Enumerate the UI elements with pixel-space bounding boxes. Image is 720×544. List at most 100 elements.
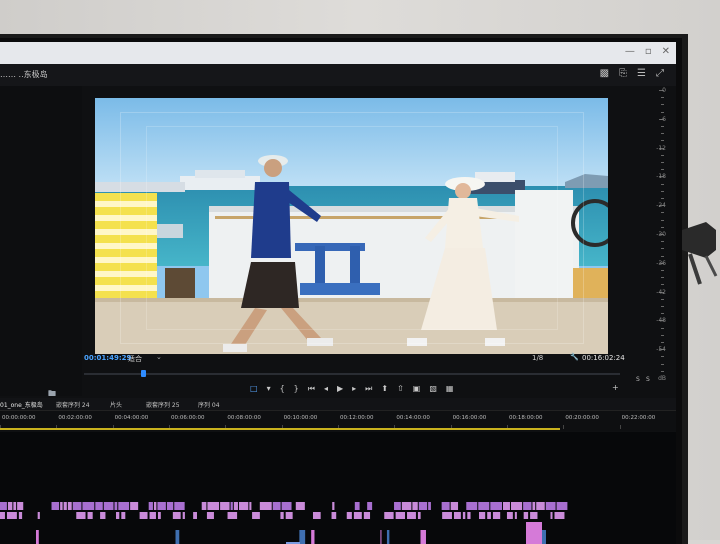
playback-resolution[interactable]: 1/8 (532, 354, 543, 362)
multicam-icon[interactable]: ▦ (446, 384, 454, 394)
video-clip[interactable] (76, 512, 86, 519)
video-clip[interactable] (487, 512, 491, 519)
video-clip[interactable] (412, 502, 418, 510)
video-clip[interactable] (442, 512, 452, 519)
video-clip[interactable] (157, 512, 161, 519)
video-clip[interactable] (13, 502, 17, 510)
video-clip[interactable] (139, 512, 148, 519)
video-clip[interactable] (523, 512, 529, 519)
audio-clip[interactable] (311, 530, 315, 544)
video-clip[interactable] (281, 502, 292, 510)
video-clip[interactable] (450, 502, 459, 510)
video-clip[interactable] (51, 502, 60, 510)
video-clip[interactable] (103, 502, 114, 510)
video-clip[interactable] (530, 512, 538, 519)
audio-clip[interactable] (420, 530, 426, 544)
video-clip[interactable] (453, 512, 461, 519)
video-clip[interactable] (502, 502, 510, 510)
video-clip[interactable] (556, 502, 568, 510)
video-clip[interactable] (207, 502, 220, 510)
video-clip[interactable] (259, 502, 272, 510)
video-clip[interactable] (394, 502, 401, 510)
video-clip[interactable] (401, 502, 412, 510)
video-clip[interactable] (182, 512, 185, 519)
video-clip[interactable] (510, 502, 523, 510)
video-clip[interactable] (332, 502, 335, 510)
program-scrub-bar[interactable] (84, 370, 620, 378)
video-clip[interactable] (17, 502, 24, 510)
video-clip[interactable] (7, 502, 13, 510)
step-forward-icon[interactable]: ▸ (352, 384, 356, 394)
video-clip[interactable] (312, 512, 321, 519)
settings-icon[interactable]: ☰ (637, 68, 646, 79)
video-clip[interactable] (554, 512, 565, 519)
scrub-playhead[interactable] (140, 370, 146, 377)
video-clip[interactable] (100, 512, 106, 519)
meter-solo-left[interactable]: S (636, 376, 640, 383)
audio-clip[interactable] (35, 530, 39, 544)
video-clip[interactable] (331, 512, 337, 519)
expand-icon[interactable]: ⤢ (656, 68, 664, 79)
video-clip[interactable] (280, 512, 284, 519)
tab-nested-25[interactable]: 嵌套序列 25 (146, 400, 180, 409)
video-clip[interactable] (238, 502, 249, 510)
work-area-bar[interactable] (0, 428, 560, 430)
video-clip[interactable] (18, 512, 23, 519)
video-clip[interactable] (130, 502, 139, 510)
audio-clip[interactable] (526, 522, 542, 544)
video-clip[interactable] (230, 502, 233, 510)
video-clip[interactable] (37, 512, 40, 519)
video-clip[interactable] (172, 512, 181, 519)
video-clip[interactable] (166, 502, 174, 510)
video-clip[interactable] (295, 502, 305, 510)
minimize-icon[interactable]: — (625, 46, 635, 57)
video-clip[interactable] (492, 512, 501, 519)
video-clip[interactable] (272, 502, 281, 510)
export-frame-icon[interactable]: ▣ (413, 384, 421, 394)
video-clip[interactable] (363, 512, 371, 519)
extract-icon[interactable]: ⇧ (397, 384, 404, 394)
mark-in-icon[interactable]: { (280, 384, 285, 394)
video-clip[interactable] (227, 512, 238, 519)
video-clip[interactable] (384, 512, 394, 519)
video-clip[interactable] (545, 502, 556, 510)
video-clip[interactable] (353, 512, 362, 519)
audio-clip[interactable] (175, 530, 180, 544)
video-clip[interactable] (60, 502, 63, 510)
video-clip[interactable] (418, 502, 428, 510)
video-clip[interactable] (523, 502, 532, 510)
program-panel-title[interactable]: …… ..东极岛 (0, 69, 48, 80)
video-clip[interactable] (0, 512, 5, 519)
export-icon[interactable]: ⎘ (619, 68, 627, 79)
wrench-icon[interactable]: 🔧 (570, 353, 579, 361)
video-clip[interactable] (536, 502, 545, 510)
video-clip[interactable] (201, 502, 207, 510)
meter-solo-right[interactable]: S (646, 376, 650, 383)
tab-sequence-main[interactable]: 01_one_东极岛 (0, 400, 43, 411)
video-clip[interactable] (441, 502, 450, 510)
video-clip[interactable] (67, 502, 72, 510)
video-clip[interactable] (206, 512, 214, 519)
video-clip[interactable] (6, 512, 17, 519)
tab-opening[interactable]: 片头 (110, 400, 122, 409)
video-clip[interactable] (417, 512, 421, 519)
mark-out-icon[interactable]: } (294, 384, 299, 394)
video-clip[interactable] (220, 502, 230, 510)
video-clip[interactable] (285, 512, 293, 519)
go-to-out-icon[interactable]: ⏭ (365, 384, 372, 394)
video-clip[interactable] (174, 502, 185, 510)
tab-sequence-04[interactable]: 序列 04 (198, 400, 220, 409)
close-icon[interactable]: ✕ (662, 46, 670, 57)
video-clip[interactable] (506, 512, 513, 519)
video-clip[interactable] (63, 502, 67, 510)
video-clip[interactable] (82, 502, 95, 510)
video-clip[interactable] (407, 512, 416, 519)
video-clip[interactable] (478, 502, 490, 510)
video-clip[interactable] (428, 502, 431, 510)
video-clip[interactable] (252, 512, 260, 519)
audio-clip[interactable] (380, 530, 382, 544)
video-clip[interactable] (0, 502, 7, 510)
marker-icon[interactable]: □ (250, 384, 258, 394)
playhead-timecode[interactable]: 00:01:49:29 (84, 354, 131, 362)
video-clip[interactable] (514, 512, 517, 519)
